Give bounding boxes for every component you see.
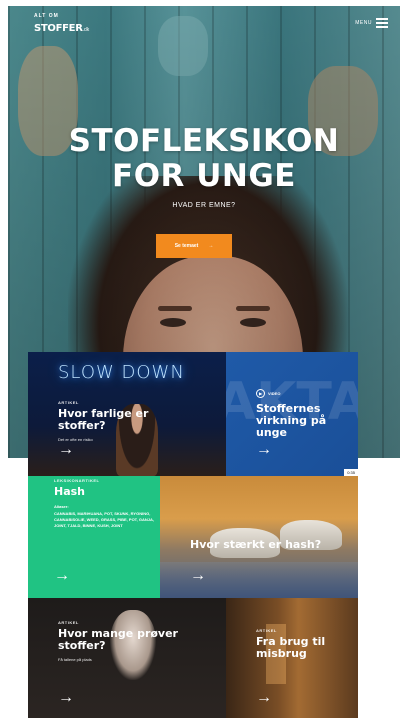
card-video-effects[interactable]: FAKTA ▶ VIDEO Stoffernes virkning på ung…	[226, 352, 358, 476]
card-kicker: LEKSIKONARTIKEL	[54, 478, 100, 483]
alias-list: Aliaser: CANNABIS, MARIHUANA, POT, SKUNK…	[54, 504, 154, 529]
card-title: Stoffernes virkning på unge	[256, 402, 327, 439]
card-description: Få tallene på plads	[58, 657, 92, 662]
card-use-to-abuse[interactable]: ARTIKEL Fra brug til misbrug →	[226, 598, 358, 718]
logo-tld: .dk	[82, 27, 90, 33]
logo-prefix: ALT OM	[34, 13, 59, 19]
arrow-right-icon: →	[256, 689, 272, 706]
hero-title-line1: STOFLEKSIKON	[68, 123, 340, 159]
card-title: Hash	[54, 485, 86, 498]
hero-subtitle: HVAD ER EMNE?	[172, 202, 236, 209]
cta-button[interactable]: Se temaet →	[156, 234, 232, 258]
card-kicker: ARTIKEL	[256, 628, 277, 633]
card-title: Hvor mange prøver stoffer?	[58, 627, 178, 652]
video-badge: ▶ VIDEO	[256, 389, 280, 398]
card-title: Hvor farlige er stoffer?	[58, 407, 149, 432]
video-duration: 0:35	[344, 469, 358, 476]
card-kicker: ARTIKEL	[58, 400, 79, 405]
arrow-right-icon: →	[54, 567, 70, 584]
arrow-right-icon: →	[58, 441, 74, 458]
cta-label: Se temaet	[174, 243, 199, 249]
card-description: Det er ofte en risiko	[58, 437, 93, 442]
video-badge-label: VIDEO	[268, 391, 281, 396]
neon-sign-text: SLOW DOWN	[58, 362, 185, 383]
menu-label: MENU	[355, 20, 372, 26]
alias-heading: Aliaser:	[54, 504, 69, 509]
arrow-right-icon: →	[256, 441, 272, 458]
alias-values: CANNABIS, MARIHUANA, POT, SKUNK, RYGNING…	[54, 511, 155, 528]
hero-title: STOFLEKSIKON FOR UNGE	[8, 124, 400, 194]
play-icon: ▶	[256, 389, 265, 398]
hamburger-icon	[376, 18, 388, 28]
card-how-many[interactable]: ARTIKEL Hvor mange prøver stoffer? Få ta…	[28, 598, 226, 718]
logo-wordmark: STOFFER	[34, 23, 83, 34]
menu-button[interactable]: MENU	[355, 18, 388, 28]
arrow-right-icon: →	[190, 567, 206, 584]
card-title: Fra brug til misbrug	[256, 635, 326, 660]
page: ALT OM STOFFER.dk MENU STOFLEKSIKON FOR …	[8, 6, 400, 718]
site-logo[interactable]: ALT OM STOFFER.dk	[34, 14, 89, 35]
arrow-right-icon: →	[208, 243, 214, 249]
card-how-dangerous[interactable]: SLOW DOWN ARTIKEL Hvor farlige er stoffe…	[28, 352, 226, 476]
card-title: Hvor stærkt er hash?	[190, 538, 322, 551]
card-kicker: ARTIKEL	[58, 620, 79, 625]
hero-title-line2: FOR UNGE	[112, 158, 296, 194]
arrow-right-icon: →	[58, 689, 74, 706]
card-how-strong[interactable]: Hvor stærkt er hash? →	[160, 476, 358, 598]
card-hash[interactable]: LEKSIKONARTIKEL Hash Aliaser: CANNABIS, …	[28, 476, 160, 598]
